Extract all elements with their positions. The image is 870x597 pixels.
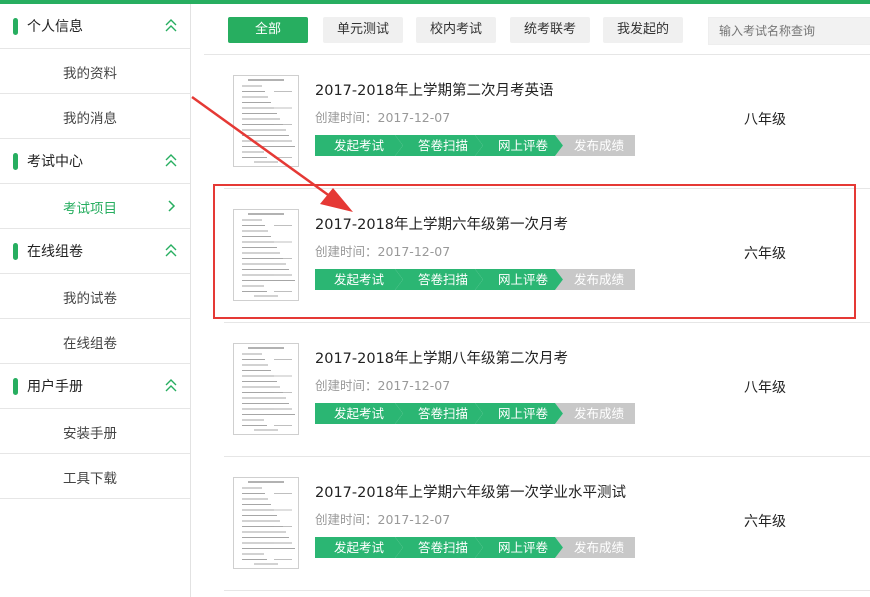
sidebar-item-my-profile[interactable]: 我的资料: [0, 49, 190, 94]
filter-tab-initiated-by-me[interactable]: 我发起的: [603, 17, 683, 43]
filter-tab-all[interactable]: 全部: [228, 17, 308, 43]
exam-title[interactable]: 2017-2018年上学期八年级第二次月考: [315, 347, 568, 368]
progress-step: 发布成绩: [555, 403, 635, 424]
sidebar-section-label: 考试中心: [27, 154, 83, 170]
paper-preview-icon: [242, 213, 295, 297]
exam-row[interactable]: 2017-2018年上学期第二次月考英语 创建时间：2017-12-07 发起考…: [224, 55, 870, 189]
sidebar-section-online-paper[interactable]: 在线组卷: [0, 229, 190, 274]
sidebar-item-tool-download[interactable]: 工具下载: [0, 454, 190, 499]
exam-row[interactable]: 2017-2018年上学期八年级第二次月考 创建时间：2017-12-07 发起…: [224, 323, 870, 457]
section-marker: [13, 378, 18, 395]
sidebar-item-label: 考试项目: [63, 201, 117, 217]
exam-progress-steps: 发起考试 答卷扫描 网上评卷 发布成绩: [315, 537, 635, 558]
sidebar-item-label: 我的资料: [63, 66, 117, 82]
exam-thumbnail[interactable]: [233, 343, 299, 435]
paper-preview-icon: [242, 347, 295, 431]
exam-grade: 八年级: [744, 112, 786, 128]
exam-created-date: 创建时间：2017-12-07: [315, 244, 451, 259]
exam-created-date: 创建时间：2017-12-07: [315, 378, 451, 393]
progress-step: 发布成绩: [555, 135, 635, 156]
exam-title[interactable]: 2017-2018年上学期第二次月考英语: [315, 79, 554, 100]
exam-progress-steps: 发起考试 答卷扫描 网上评卷 发布成绩: [315, 403, 635, 424]
sidebar-item-label: 工具下载: [63, 471, 117, 487]
progress-step: 网上评卷: [475, 403, 563, 424]
main-content: 全部 单元测试 校内考试 统考联考 我发起的 2017-2018年上学期第二次月…: [204, 4, 870, 597]
progress-step: 答卷扫描: [395, 403, 483, 424]
chevron-right-icon: [168, 200, 176, 212]
paper-preview-icon: [242, 79, 295, 163]
sidebar-section-label: 个人信息: [27, 19, 83, 35]
sidebar-section-label: 用户手册: [27, 379, 83, 395]
filter-bar: 全部 单元测试 校内考试 统考联考 我发起的: [204, 4, 870, 55]
exam-thumbnail[interactable]: [233, 75, 299, 167]
paper-preview-icon: [242, 481, 295, 565]
filter-tab-joint-exam[interactable]: 统考联考: [510, 17, 590, 43]
progress-step: 发起考试: [315, 269, 403, 290]
section-marker: [13, 153, 18, 170]
sidebar-item-label: 在线组卷: [63, 336, 117, 352]
section-marker: [13, 243, 18, 260]
exam-title[interactable]: 2017-2018年上学期六年级第一次学业水平测试: [315, 481, 626, 502]
filter-tab-school-exam[interactable]: 校内考试: [416, 17, 496, 43]
chevron-up-icon[interactable]: [163, 376, 179, 394]
sidebar-item-label: 我的试卷: [63, 291, 117, 307]
exam-thumbnail[interactable]: [233, 477, 299, 569]
progress-step: 网上评卷: [475, 269, 563, 290]
progress-step: 发起考试: [315, 537, 403, 558]
chevron-up-icon[interactable]: [163, 151, 179, 169]
exam-grade: 六年级: [744, 246, 786, 262]
sidebar-item-install-manual[interactable]: 安装手册: [0, 409, 190, 454]
exam-thumbnail[interactable]: [233, 209, 299, 301]
sidebar-section-label: 在线组卷: [27, 244, 83, 260]
sidebar-section-exam-center[interactable]: 考试中心: [0, 139, 190, 184]
progress-step: 发布成绩: [555, 269, 635, 290]
exam-row[interactable]: 2017-2018年上学期六年级第一次学业水平测试 创建时间：2017-12-0…: [224, 457, 870, 591]
exam-created-date: 创建时间：2017-12-07: [315, 110, 451, 125]
chevron-up-icon[interactable]: [163, 16, 179, 34]
exam-grade: 八年级: [744, 380, 786, 396]
sidebar-item-exam-projects[interactable]: 考试项目: [0, 184, 190, 229]
progress-step: 发起考试: [315, 403, 403, 424]
exam-created-date: 创建时间：2017-12-07: [315, 512, 451, 527]
progress-step: 答卷扫描: [395, 269, 483, 290]
progress-step: 网上评卷: [475, 537, 563, 558]
progress-step: 发起考试: [315, 135, 403, 156]
exam-title[interactable]: 2017-2018年上学期六年级第一次月考: [315, 213, 568, 234]
sidebar-item-my-papers[interactable]: 我的试卷: [0, 274, 190, 319]
sidebar-item-label: 我的消息: [63, 111, 117, 127]
exam-progress-steps: 发起考试 答卷扫描 网上评卷 发布成绩: [315, 269, 635, 290]
sidebar: 个人信息 我的资料 我的消息 考试中心 考试项目 在线组卷 我的试卷 在线组卷 …: [0, 4, 191, 597]
progress-step: 发布成绩: [555, 537, 635, 558]
progress-step: 网上评卷: [475, 135, 563, 156]
progress-step: 答卷扫描: [395, 537, 483, 558]
sidebar-section-user-manual[interactable]: 用户手册: [0, 364, 190, 409]
exam-grade: 六年级: [744, 514, 786, 530]
sidebar-item-my-messages[interactable]: 我的消息: [0, 94, 190, 139]
section-marker: [13, 18, 18, 35]
progress-step: 答卷扫描: [395, 135, 483, 156]
exam-progress-steps: 发起考试 答卷扫描 网上评卷 发布成绩: [315, 135, 635, 156]
exam-row[interactable]: 2017-2018年上学期六年级第一次月考 创建时间：2017-12-07 发起…: [224, 189, 870, 323]
sidebar-section-personal[interactable]: 个人信息: [0, 4, 190, 49]
exam-search-input[interactable]: [708, 17, 870, 45]
chevron-up-icon[interactable]: [163, 241, 179, 259]
sidebar-item-label: 安装手册: [63, 426, 117, 442]
filter-tab-unit-test[interactable]: 单元测试: [323, 17, 403, 43]
sidebar-item-online-compose[interactable]: 在线组卷: [0, 319, 190, 364]
